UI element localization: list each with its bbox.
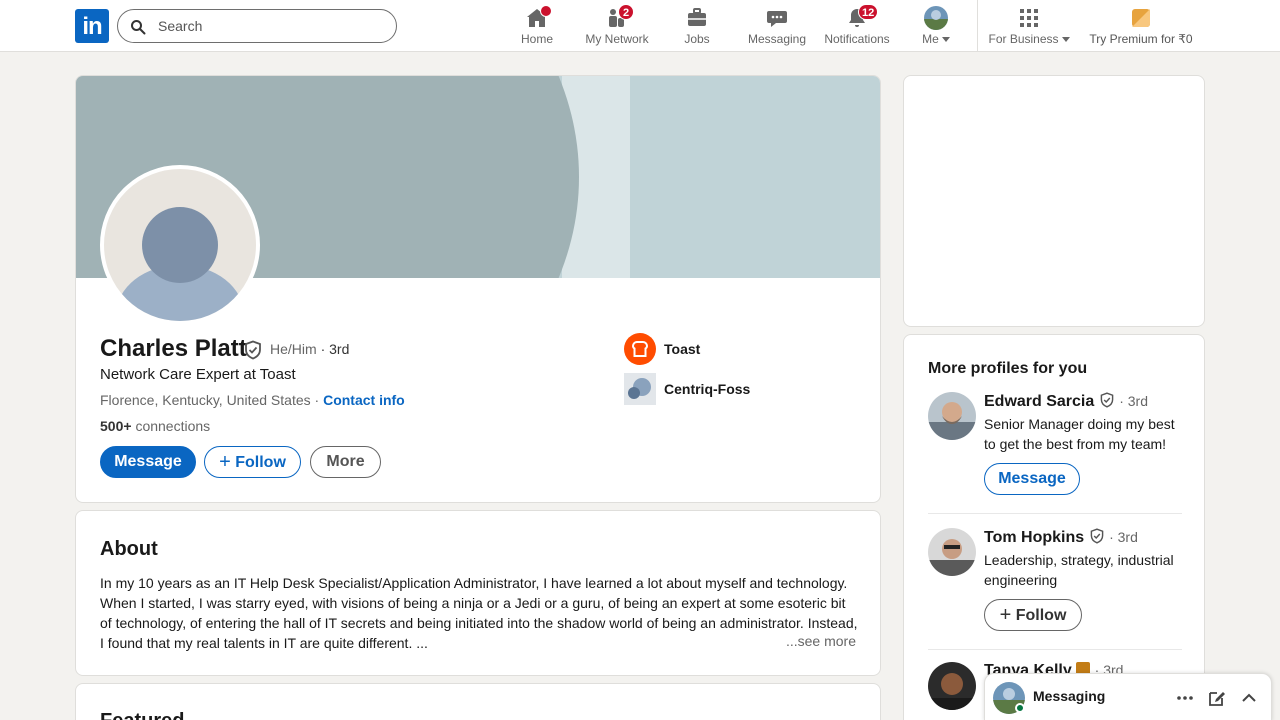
nav-jobs[interactable]: Jobs [672,0,722,52]
search-icon [131,20,146,35]
follow-button[interactable]: + Follow [984,599,1082,631]
company-toast[interactable]: Toast [624,333,700,365]
nav-home[interactable]: Home [512,0,562,52]
briefcase-icon [688,8,706,26]
about-title: About [100,538,158,560]
profile-name: Charles Platt [100,335,247,362]
linkedin-logo[interactable]: in [75,9,109,43]
plus-icon: + [219,451,231,473]
see-more-link[interactable]: ...see more [779,633,856,649]
avatar-head [142,207,218,283]
network-badge: 2 [618,4,634,20]
verified-shield-icon[interactable] [243,340,263,360]
nav-try-premium[interactable]: Try Premium for ₹0 [1086,0,1196,52]
plus-icon: + [999,604,1012,626]
nav-my-network[interactable]: 2 My Network [580,0,654,52]
profile-pronouns: He/Him · 3rd [270,341,349,357]
location-text: Florence, Kentucky, United States · [100,392,320,408]
pronouns-text: He/Him [270,341,317,357]
nav-me-label: Me [912,32,960,46]
connections-label: connections [135,418,211,434]
user-avatar-icon [924,6,948,30]
contact-info-link[interactable]: Contact info [323,392,405,408]
chevron-down-icon [941,37,950,42]
featured-title: Featured [100,710,184,720]
name-text: Edward Sarcia [984,393,1095,410]
company-name: Toast [664,341,701,357]
company-centriq-foss[interactable]: Centriq-Foss [624,373,750,405]
divider [928,649,1182,650]
suggested-profile: Tom Hopkins · 3rd Leadership, strategy, … [928,528,1182,638]
nav-divider [977,0,978,52]
featured-section: Featured [75,683,881,720]
grid-icon [1020,9,1038,27]
profile-headline: Network Care Expert at Toast [100,366,296,383]
profile-location: Florence, Kentucky, United States · Cont… [100,392,405,408]
online-status-dot [1015,703,1025,713]
name-text: Tom Hopkins [984,529,1085,546]
nav-messaging[interactable]: Messaging [745,0,809,52]
message-button[interactable]: Message [984,463,1080,495]
nav-for-business-label: For Business [988,32,1070,46]
more-options-icon[interactable] [1175,688,1195,708]
profile-name[interactable]: Tom Hopkins · 3rd [984,528,1138,547]
nav-notifications[interactable]: 12 Notifications [822,0,892,52]
nav-my-network-label: My Network [585,32,649,46]
profile-description: Leadership, strategy, industrial enginee… [984,552,1174,588]
nav-jobs-label: Jobs [684,32,710,46]
more-profiles-title: More profiles for you [928,360,1088,377]
about-section: About In my 10 years as an IT Help Desk … [75,510,881,676]
suggested-profile: Edward Sarcia · 3rd Senior Manager doing… [928,392,1182,502]
search-box[interactable] [117,9,397,43]
verified-shield-icon [1090,528,1103,544]
ad-placeholder [903,75,1205,327]
chevron-down-icon [1061,37,1070,42]
profile-avatar[interactable] [928,662,976,710]
profile-card: Charles Platt He/Him · 3rd Network Care … [75,75,881,503]
nav-notifications-label: Notifications [824,32,890,46]
connections-count[interactable]: 500+ connections [100,418,210,434]
compose-icon[interactable] [1207,688,1227,708]
about-text: In my 10 years as an IT Help Desk Specia… [100,575,858,651]
follow-button[interactable]: + Follow [204,446,301,478]
profile-name[interactable]: Edward Sarcia · 3rd [984,392,1148,411]
toast-logo-icon [624,333,656,365]
top-navigation: in Home 2 My Network Jobs [0,0,1280,52]
search-input[interactable] [158,16,388,36]
school-logo-icon [624,373,656,405]
verified-shield-icon [1100,392,1114,408]
nav-home-label: Home [520,32,553,46]
divider [928,513,1182,514]
messaging-icon [767,11,787,27]
profile-avatar[interactable] [928,392,976,440]
follow-label: Follow [1015,607,1067,624]
profile-avatar[interactable] [928,528,976,576]
nav-for-business[interactable]: For Business [988,0,1070,52]
nav-premium-label: Try Premium for ₹0 [1089,32,1193,46]
message-button[interactable]: Message [100,446,196,478]
profile-photo[interactable] [100,165,260,325]
more-profiles-card: More profiles for you Edward Sarcia · 3r… [903,334,1205,720]
follow-label: Follow [235,454,286,471]
degree-text: · 3rd [1119,393,1148,409]
premium-icon [1132,9,1150,27]
more-button[interactable]: More [310,446,381,478]
nav-me[interactable]: Me [912,0,960,52]
connection-degree: · 3rd [320,341,350,357]
notification-dot [540,5,552,17]
connections-number: 500+ [100,418,132,434]
chevron-up-icon[interactable] [1239,688,1259,708]
notifications-badge: 12 [858,4,879,20]
messaging-label: Messaging [1033,688,1106,704]
messaging-overlay[interactable]: Messaging [984,673,1272,720]
degree-text: · 3rd [1109,529,1138,545]
nav-messaging-label: Messaging [747,32,807,46]
profile-description: Senior Manager doing my best to get the … [984,416,1175,452]
school-name: Centriq-Foss [664,381,751,397]
